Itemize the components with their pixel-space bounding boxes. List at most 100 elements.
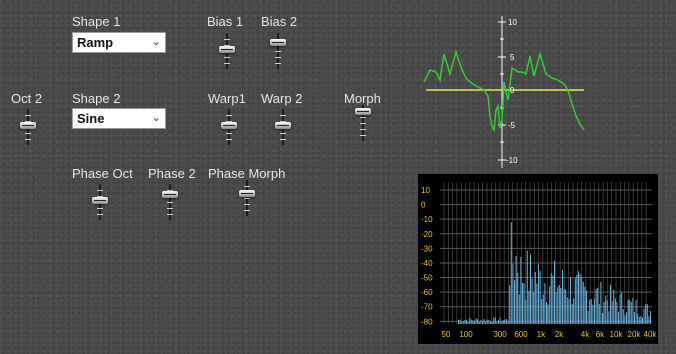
fader-tick [25, 115, 31, 116]
morph-label: Morph [344, 91, 381, 106]
phase-morph-fader[interactable] [239, 180, 255, 216]
spectrum-bar [595, 288, 597, 324]
spectrum-bar [478, 321, 480, 324]
spectrum-bar [562, 269, 563, 324]
fader-tick [244, 198, 250, 199]
spectrum-bar [472, 320, 474, 324]
fader-tick [244, 186, 250, 187]
spectrum-bar [610, 284, 611, 324]
phase-oct-fader[interactable] [92, 184, 108, 220]
fader-knob[interactable] [275, 122, 291, 129]
shape2-select-value: Sine [77, 111, 105, 126]
spectrum-bar [507, 320, 509, 324]
spectrum-bar [613, 289, 615, 324]
spectrum-bar [523, 283, 525, 324]
spectrum-x-tick: 6k [596, 330, 605, 339]
spectrum-y-tick: -50 [421, 274, 433, 283]
spectrum-bar [474, 320, 475, 324]
phase2-fader[interactable] [162, 184, 178, 220]
spectrum-bar [504, 319, 506, 324]
shape1-select[interactable]: Ramp ⌄ [72, 32, 166, 53]
spectrum-analyzer: 100-10-20-30-40-50-60-70-80 50 100 300 600 1… [418, 174, 658, 344]
spectrum-bar [598, 303, 600, 324]
spectrum-bar [603, 302, 605, 324]
spectrum-bar [608, 311, 610, 324]
shape1-select-value: Ramp [77, 35, 114, 50]
spectrum-bar [528, 290, 530, 324]
spectrum-bar [477, 319, 479, 324]
spectrum-bar [648, 316, 650, 324]
spectrum-bar [467, 321, 469, 324]
spectrum-bar [482, 321, 483, 324]
spectrum-y-tick: -20 [421, 230, 433, 239]
fader-knob[interactable] [270, 39, 286, 46]
fader-tick [224, 57, 230, 58]
spectrum-bar [629, 300, 631, 324]
spectrum-x-tick: 300 [493, 330, 507, 339]
oct2-fader[interactable] [20, 109, 36, 145]
bias2-label: Bias 2 [261, 14, 298, 29]
scope-trace [423, 49, 585, 133]
scope-tick-5: 5 [510, 53, 515, 62]
spectrum-bar [632, 297, 634, 324]
spectrum-bar [576, 274, 578, 324]
fader-tick [275, 51, 281, 52]
spectrum-x-tick: 20k [628, 330, 642, 339]
spectrum-bar [459, 319, 461, 324]
shape2-select[interactable]: Sine ⌄ [72, 108, 166, 129]
fader-tick [167, 214, 173, 215]
spectrum-bar [634, 312, 635, 324]
spectrum-bar [560, 287, 562, 324]
spectrum-bar [470, 319, 472, 324]
morph-fader[interactable] [355, 105, 371, 141]
fader-knob[interactable] [219, 46, 235, 53]
spectrum-bar [458, 319, 459, 324]
warp1-fader[interactable] [221, 109, 237, 145]
spectrum-bar [579, 273, 581, 324]
spectrum-bar [637, 313, 639, 324]
spectrum-bar [557, 287, 559, 324]
spectrum-bar [533, 292, 535, 324]
spectrum-bar [554, 260, 555, 324]
fader-tick [167, 208, 173, 209]
fader-knob[interactable] [355, 108, 371, 115]
fader-tick [224, 39, 230, 40]
spectrum-bar [530, 254, 531, 324]
spectrum-x-tick: 2k [555, 330, 564, 339]
spectrum-bar [509, 285, 511, 324]
spectrum-bar [526, 250, 528, 324]
fader-knob[interactable] [221, 122, 237, 129]
spectrum-bar [534, 271, 536, 324]
fader-knob[interactable] [162, 191, 178, 198]
fader-tick [360, 117, 366, 118]
shape1-label: Shape 1 [72, 14, 121, 29]
spectrum-bar [574, 278, 576, 324]
spectrum-bar [586, 290, 587, 324]
spectrum-bar [486, 319, 488, 324]
warp2-fader[interactable] [275, 109, 291, 145]
bias1-fader[interactable] [219, 33, 235, 69]
spectrum-y-tick: -80 [421, 317, 433, 326]
spectrum-bar [501, 321, 503, 324]
shape2-label: Shape 2 [72, 91, 121, 106]
spectrum-bar [582, 281, 584, 324]
fader-knob[interactable] [92, 197, 108, 204]
spectrum-bar [466, 319, 467, 324]
oct2-label: Oct 2 [11, 91, 43, 106]
spectrum-bar [515, 256, 517, 324]
spectrum-bar [494, 317, 496, 324]
fader-tick [97, 214, 103, 215]
spectrum-bar [490, 321, 491, 324]
spectrum-bar [469, 317, 471, 324]
fader-tick [97, 208, 103, 209]
scope-tick-neg10: -10 [506, 156, 518, 165]
spectrum-bar [602, 313, 603, 324]
fader-knob[interactable] [20, 122, 36, 129]
bias2-fader[interactable] [270, 33, 286, 69]
fader-knob[interactable] [239, 190, 255, 197]
spectrum-bar [592, 304, 594, 324]
spectrum-bar [600, 281, 602, 324]
spectrum-bar [621, 292, 623, 324]
spectrum-bar [563, 288, 565, 324]
spectrum-bar [643, 308, 645, 324]
